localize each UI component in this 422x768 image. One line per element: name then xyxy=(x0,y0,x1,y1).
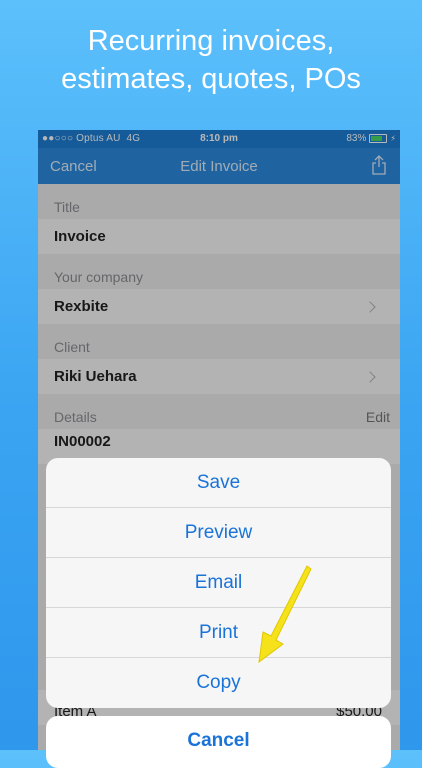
copy-button[interactable]: Copy xyxy=(46,658,391,708)
preview-button[interactable]: Preview xyxy=(46,508,391,558)
cancel-label: Cancel xyxy=(187,730,250,751)
action-sheet: Save Preview Email Print Copy xyxy=(46,458,391,708)
yellow-arrow-icon xyxy=(258,565,312,664)
print-button[interactable]: Print xyxy=(46,608,391,658)
headline-line-2: estimates, quotes, POs xyxy=(61,63,361,95)
headline: Recurring invoices, estimates, quotes, P… xyxy=(0,22,422,98)
email-button[interactable]: Email xyxy=(46,558,391,608)
save-button[interactable]: Save xyxy=(46,458,391,508)
headline-line-1: Recurring invoices, xyxy=(87,25,335,57)
action-sheet-cancel-button[interactable]: Cancel xyxy=(46,716,391,768)
